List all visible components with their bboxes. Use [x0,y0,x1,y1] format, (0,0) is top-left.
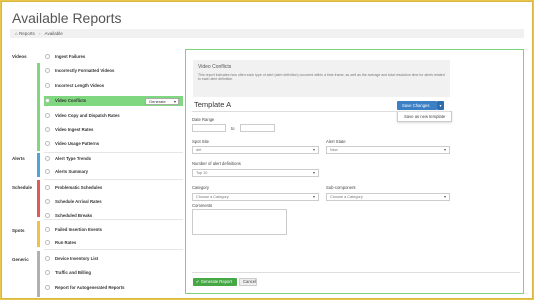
date-to-input[interactable] [240,124,275,132]
radio-icon [45,113,50,118]
radio-icon [45,83,50,88]
sidebar-item-traffic-and-billing[interactable]: Traffic and Billing [44,268,183,278]
sidebar-item-incorrectly-formatted[interactable]: Incorrectly Formatted Videos [44,66,183,76]
date-from-input[interactable] [192,124,226,132]
sidebar-item-alert-type-trends[interactable]: Alert Type Trends [44,154,183,164]
app-frame: Available Reports ⌂ Reports › Available … [1,1,533,299]
generate-select[interactable]: Generate ▾ [145,97,179,105]
page-title: Available Reports [12,10,122,26]
breadcrumb-reports[interactable]: Reports [19,31,35,36]
radio-icon [45,227,50,232]
sidebar-item-failed-insertion-events[interactable]: Failed Insertion Events [44,225,183,235]
radio-icon [45,68,50,73]
radio-icon [45,199,50,204]
sidebar-item-schedule-arrival-rates[interactable]: Schedule Arrival Rates [44,197,183,207]
videos-rail [37,63,40,151]
sidebar-item-device-inventory-list[interactable]: Device Inventory List [44,254,183,264]
radio-icon [45,285,50,290]
caret-down-icon: ▾ [443,147,446,152]
report-heading: Video Conflicts [198,64,232,70]
save-options-caret-icon[interactable]: ▾ [437,101,444,110]
radio-icon [45,141,50,146]
save-as-new-template-option[interactable]: Save as new template [397,111,452,122]
report-panel: Video Conflicts This report indicates ho… [185,49,524,294]
radio-icon [45,270,50,275]
breadcrumb: ⌂ Reports › Available [10,29,524,38]
spot-site-select[interactable]: det ▾ [192,146,319,154]
group-alerts: Alerts [12,156,25,161]
num-alert-defs-label: Number of alert definitions [192,161,241,166]
radio-icon [45,54,50,59]
category-select[interactable]: Choose a Category ▾ [192,193,319,201]
home-icon[interactable]: ⌂ [15,31,18,36]
radio-icon [45,240,50,245]
sidebar-item-ingest-failures[interactable]: Ingest Failures [44,52,183,62]
radio-icon [45,256,50,261]
caret-down-icon: ▾ [312,194,315,199]
sidebar-divider [44,179,183,180]
subcomponent-label: Sub-component [326,185,356,190]
radio-icon [45,213,50,218]
radio-icon [45,185,50,190]
to-label: to [231,126,235,131]
check-icon: ✔ [196,279,200,284]
date-range-label: Date Range [192,117,215,122]
breadcrumb-available: Available [44,31,63,36]
caret-down-icon: ▾ [312,147,315,152]
alert-state-label: Alert State [326,139,346,144]
sidebar-item-video-usage-patterns[interactable]: Video Usage Patterns [44,139,183,149]
sidebar-item-autogenerated-reports[interactable]: Report for Autogenerated Reports [44,283,183,293]
report-description: This report indicates how often each typ… [198,73,445,82]
radio-icon [45,156,50,161]
category-label: Category [192,185,209,190]
sidebar-item-video-copy-dispatch[interactable]: Video Copy and Dispatch Rates [44,111,183,121]
radio-icon [45,169,50,174]
num-alert-defs-select[interactable]: Top 10 ▾ [192,169,319,177]
cancel-button[interactable]: Cancel [239,278,257,286]
sidebar-item-run-rates[interactable]: Run Rates [44,238,183,248]
sidebar-divider [44,219,183,220]
generate-report-button[interactable]: ✔ Generate Report [193,278,237,286]
caret-down-icon: ▾ [312,170,315,175]
sidebar-item-alerts-summary[interactable]: Alerts Summary [44,167,183,177]
divider [192,111,450,112]
group-spots: Spots [12,228,25,233]
report-sidebar: Videos Alerts Schedule Spots Generic Ing… [2,49,185,299]
template-title: Template A [194,100,232,109]
spot-site-label: Spot Site [192,139,209,144]
sidebar-item-incorrect-length[interactable]: Incorrect Length Videos [44,81,183,91]
group-generic: Generic [12,257,29,262]
alert-state-select[interactable]: New ▾ [326,146,450,154]
caret-down-icon: ▾ [173,98,176,104]
generic-rail [37,251,40,297]
radio-icon [45,127,50,132]
comments-textarea[interactable] [192,209,287,235]
sidebar-item-video-ingest-rates[interactable]: Video Ingest Rates [44,125,183,135]
sidebar-divider [44,152,183,153]
report-info-box: Video Conflicts This report indicates ho… [193,60,450,97]
radio-icon [45,98,50,103]
subcomponent-select[interactable]: Choose a Category ▾ [326,193,450,201]
breadcrumb-separator: › [39,31,41,36]
divider [192,272,520,273]
schedule-rail [37,180,40,217]
sidebar-item-video-conflicts[interactable]: Video Conflicts Generate ▾ [44,96,183,106]
sidebar-item-problematic-schedules[interactable]: Problematic Schedules [44,183,183,193]
save-changes-button[interactable]: Save Changes [397,101,437,110]
sidebar-divider [44,249,183,250]
group-videos: Videos [12,54,27,59]
group-schedule: Schedule [12,185,33,190]
spots-rail [37,221,40,247]
comments-label: Comments [192,203,213,208]
alerts-rail [37,153,40,177]
caret-down-icon: ▾ [443,194,446,199]
